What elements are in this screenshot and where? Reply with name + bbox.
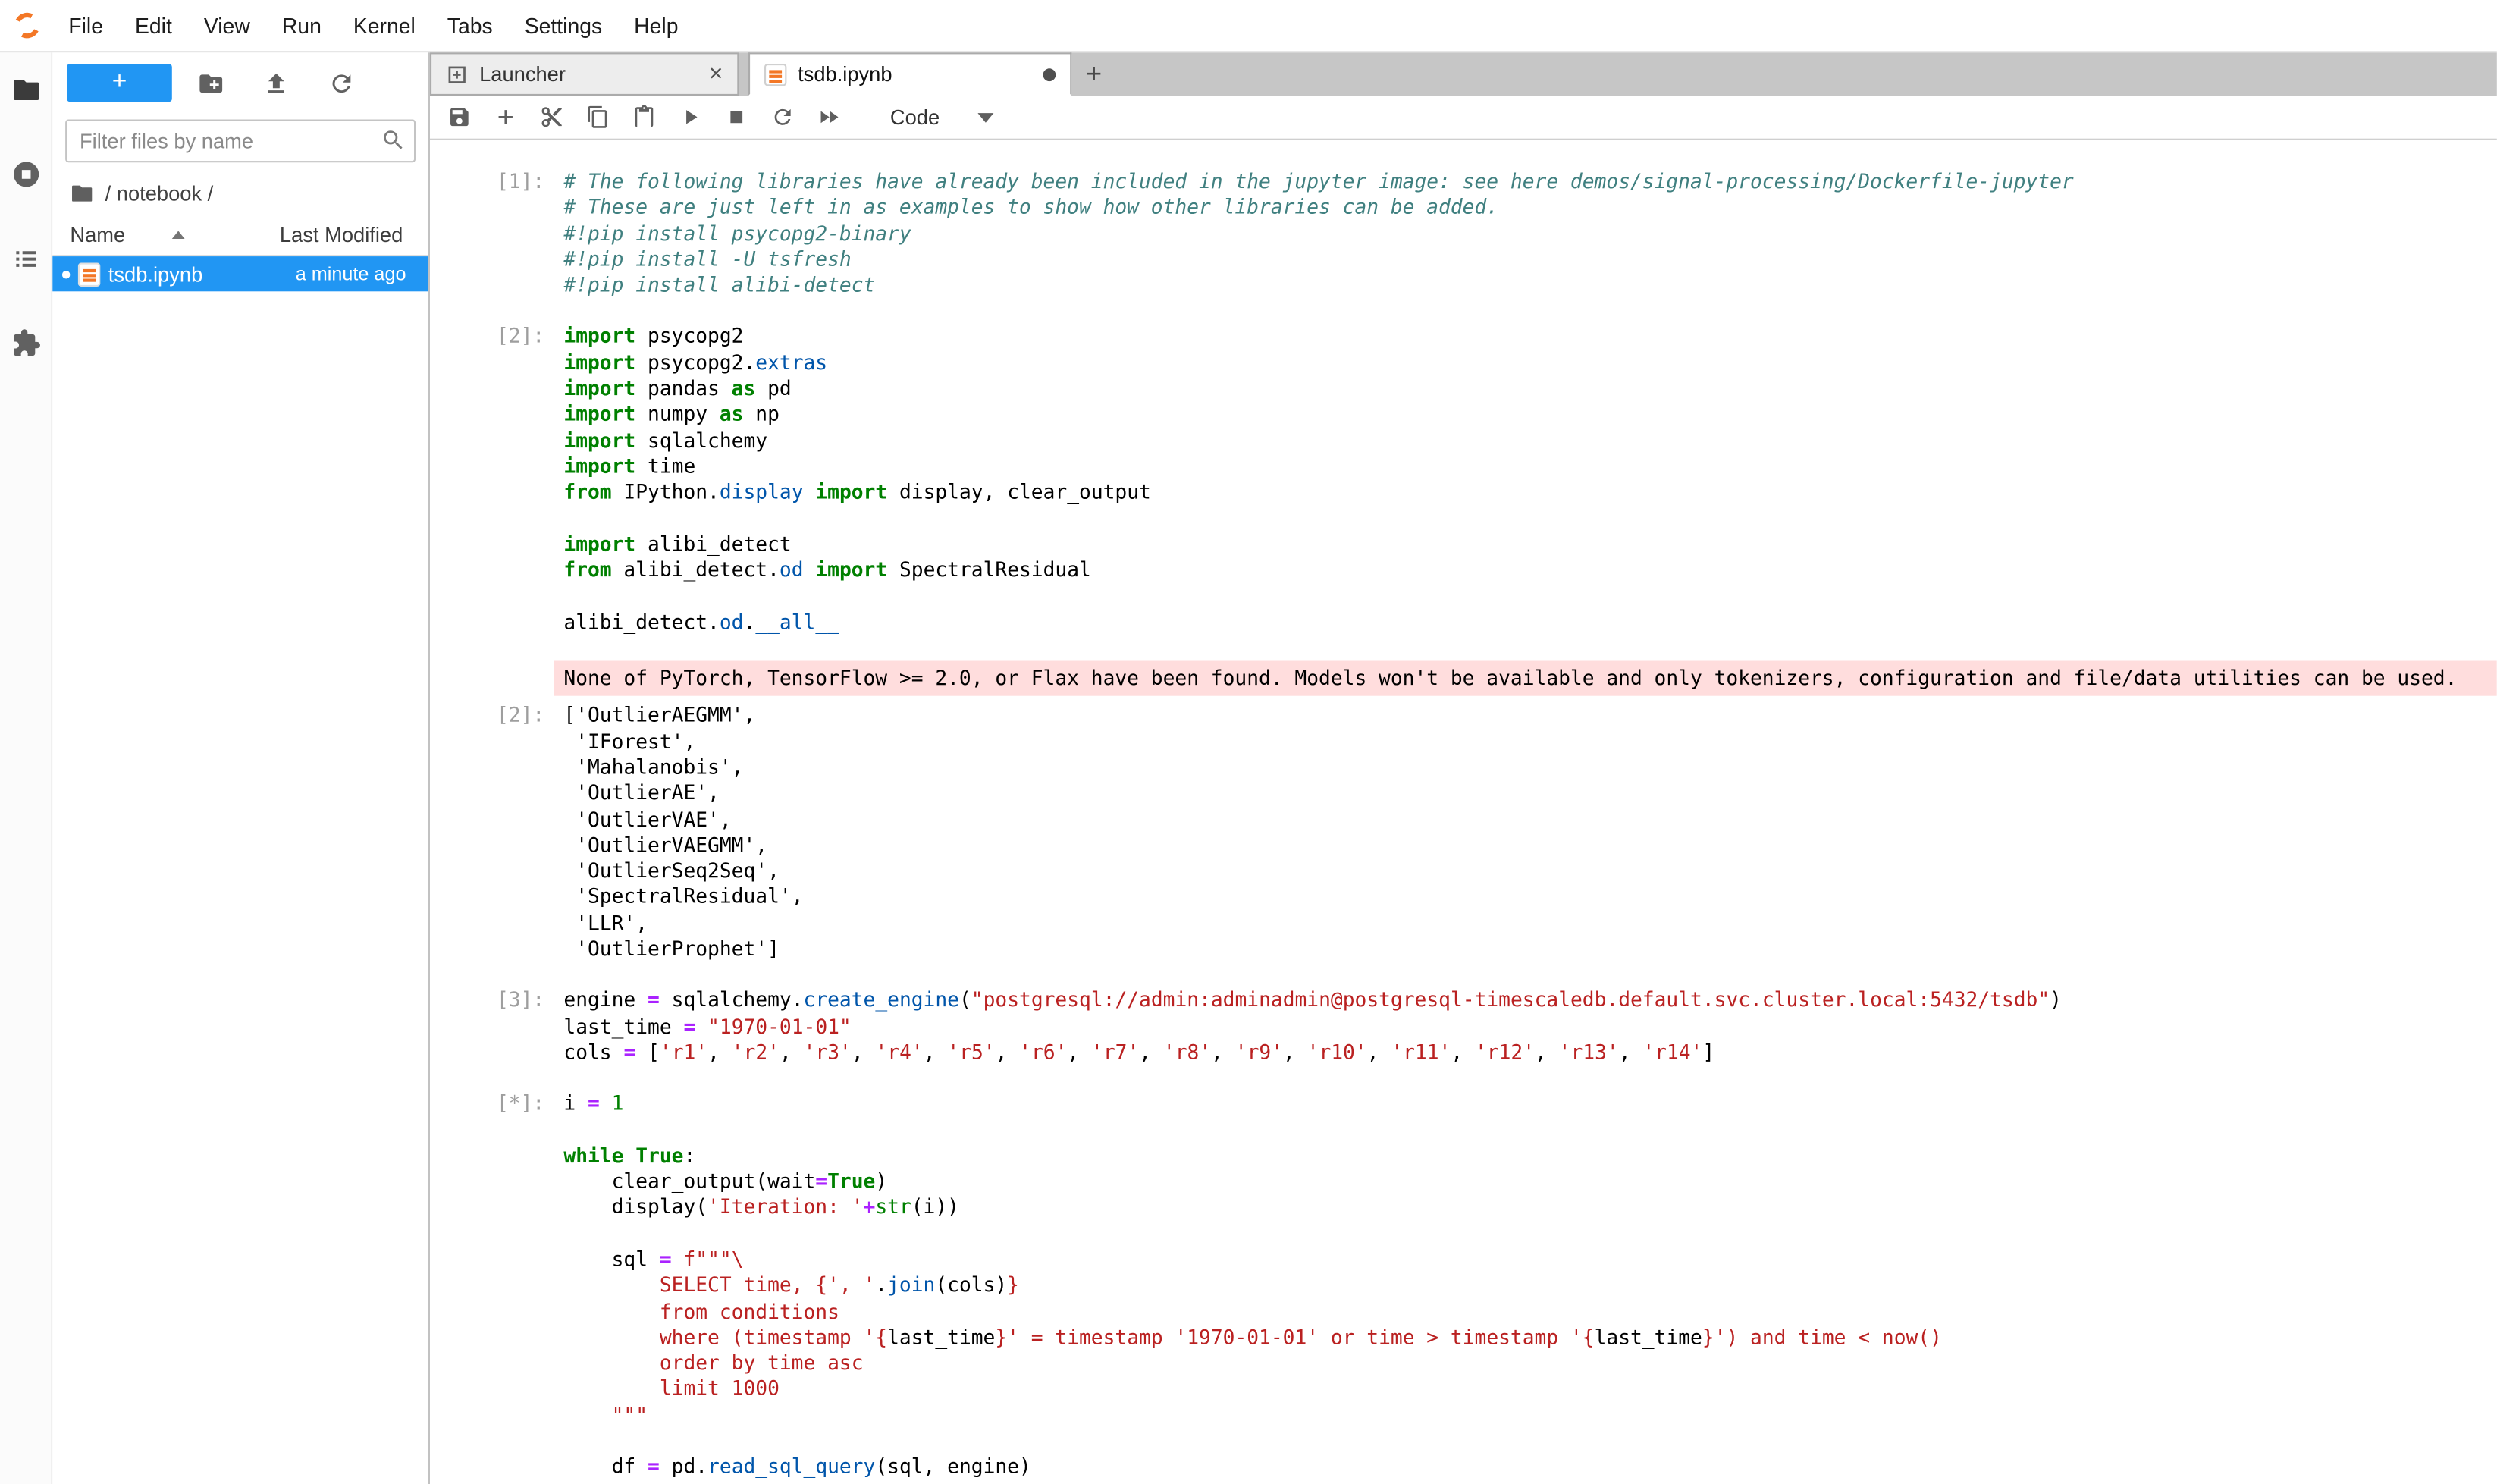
interrupt-kernel-button[interactable]: [717, 98, 754, 136]
restart-kernel-button[interactable]: [763, 98, 801, 136]
fast-forward-icon: [816, 105, 840, 130]
refresh-icon[interactable]: [325, 67, 356, 99]
code-cell[interactable]: [3]:engine = sqlalchemy.create_engine("p…: [430, 988, 2497, 1066]
menu-bar: File Edit View Run Kernel Tabs Settings …: [0, 0, 2497, 52]
copy-cells-button[interactable]: [578, 98, 616, 136]
tab-bar: Launcher × tsdb.ipynb +: [430, 52, 2497, 96]
run-all-button[interactable]: [809, 98, 847, 136]
cell-type-dropdown[interactable]: Code: [877, 102, 1006, 132]
cell-prompt: [2]:: [430, 703, 544, 962]
jupyterlab-window: File Edit View Run Kernel Tabs Settings …: [0, 0, 2497, 1484]
running-sessions-icon[interactable]: [8, 156, 43, 191]
code-cell[interactable]: [2]:import psycopg2 import psycopg2.extr…: [430, 324, 2497, 635]
notebook-icon: [764, 63, 786, 85]
output-text: None of PyTorch, TensorFlow >= 2.0, or F…: [554, 661, 2497, 697]
tab-notebook-tsdb[interactable]: tsdb.ipynb: [748, 52, 1071, 96]
menu-view[interactable]: View: [188, 14, 266, 38]
paste-cells-button[interactable]: [624, 98, 662, 136]
tab-label: tsdb.ipynb: [798, 62, 892, 86]
notebook-file-icon: [78, 262, 100, 286]
file-filter-input[interactable]: [65, 120, 416, 163]
code-cell[interactable]: [1]:# The following libraries have alrea…: [430, 169, 2497, 299]
upload-icon[interactable]: [259, 67, 291, 99]
copy-icon: [585, 105, 610, 130]
column-last-modified[interactable]: Last Modified: [280, 223, 403, 247]
insert-cell-button[interactable]: [486, 98, 524, 136]
menu-edit[interactable]: Edit: [119, 14, 188, 38]
file-browser-icon[interactable]: [8, 71, 43, 106]
output-text: ['OutlierAEGMM', 'IForest', 'Mahalanobis…: [563, 703, 2496, 962]
activity-bar: [0, 52, 52, 1484]
tab-label: Launcher: [479, 62, 566, 86]
menu-help[interactable]: Help: [618, 14, 694, 38]
column-name[interactable]: Name: [70, 223, 125, 247]
file-browser-toolbar: +: [52, 52, 428, 110]
jupyter-logo-icon: [11, 9, 43, 41]
cell-prompt: [*]:: [430, 1091, 544, 1480]
menu-tabs[interactable]: Tabs: [431, 14, 509, 38]
cell-prompt: [3]:: [430, 988, 544, 1066]
menu-settings[interactable]: Settings: [509, 14, 618, 38]
stop-icon: [723, 105, 748, 130]
chevron-down-icon: [978, 112, 994, 122]
menu-kernel[interactable]: Kernel: [337, 14, 431, 38]
file-modified: a minute ago: [296, 262, 406, 284]
cell-output-stderr: None of PyTorch, TensorFlow >= 2.0, or F…: [430, 661, 2497, 697]
tab-launcher[interactable]: Launcher ×: [430, 52, 739, 96]
plus-icon: [493, 105, 517, 130]
close-icon[interactable]: ×: [709, 63, 723, 85]
cell-prompt: [1]:: [430, 169, 544, 299]
code-cell[interactable]: [*]:i = 1 while True: clear_output(wait=…: [430, 1091, 2497, 1480]
code-editor[interactable]: i = 1 while True: clear_output(wait=True…: [563, 1091, 2496, 1480]
code-editor[interactable]: engine = sqlalchemy.create_engine("postg…: [563, 988, 2496, 1066]
file-filter: [65, 120, 416, 163]
unsaved-changes-dot[interactable]: [1043, 67, 1056, 80]
menu-run[interactable]: Run: [266, 14, 337, 38]
new-launcher-button[interactable]: +: [67, 64, 172, 102]
file-list-header: Name Last Modified: [52, 217, 428, 257]
code-editor[interactable]: import psycopg2 import psycopg2.extras i…: [563, 324, 2496, 635]
search-icon: [381, 127, 406, 153]
run-icon: [678, 105, 702, 130]
launcher-icon: [446, 63, 468, 85]
run-button[interactable]: [670, 98, 708, 136]
cell-type-value: Code: [890, 105, 940, 130]
cut-cells-button[interactable]: [532, 98, 569, 136]
main-menu: File Edit View Run Kernel Tabs Settings …: [52, 14, 694, 38]
menu-file[interactable]: File: [52, 14, 119, 38]
app-body: + / notebook /: [0, 52, 2497, 1484]
new-tab-button[interactable]: +: [1071, 52, 1116, 96]
paste-icon: [632, 105, 656, 130]
table-of-contents-icon[interactable]: [8, 240, 43, 275]
file-name: tsdb.ipynb: [108, 262, 202, 286]
save-button[interactable]: [440, 98, 478, 136]
file-browser-panel: + / notebook /: [52, 52, 430, 1484]
home-folder-icon: [70, 181, 94, 206]
new-folder-icon[interactable]: [194, 67, 226, 99]
sort-ascending-icon[interactable]: [171, 231, 184, 240]
file-row-tsdb[interactable]: tsdb.ipynb a minute ago: [52, 256, 428, 291]
breadcrumb[interactable]: / notebook /: [52, 169, 428, 217]
notebook-toolbar: Code: [430, 96, 2497, 140]
running-kernel-dot: [62, 270, 71, 278]
restart-icon: [770, 105, 794, 130]
cell-prompt: [2]:: [430, 324, 544, 635]
main-area: Launcher × tsdb.ipynb +: [430, 52, 2497, 1484]
breadcrumb-path: / notebook /: [105, 181, 214, 206]
cell-output: [2]:['OutlierAEGMM', 'IForest', 'Mahalan…: [430, 703, 2497, 962]
save-icon: [447, 105, 471, 130]
extensions-icon[interactable]: [8, 325, 43, 359]
code-editor[interactable]: # The following libraries have already b…: [563, 169, 2496, 299]
scissors-icon: [539, 105, 563, 130]
cell-prompt: [430, 661, 544, 697]
notebook-scroll-area[interactable]: [1]:# The following libraries have alrea…: [430, 140, 2497, 1484]
